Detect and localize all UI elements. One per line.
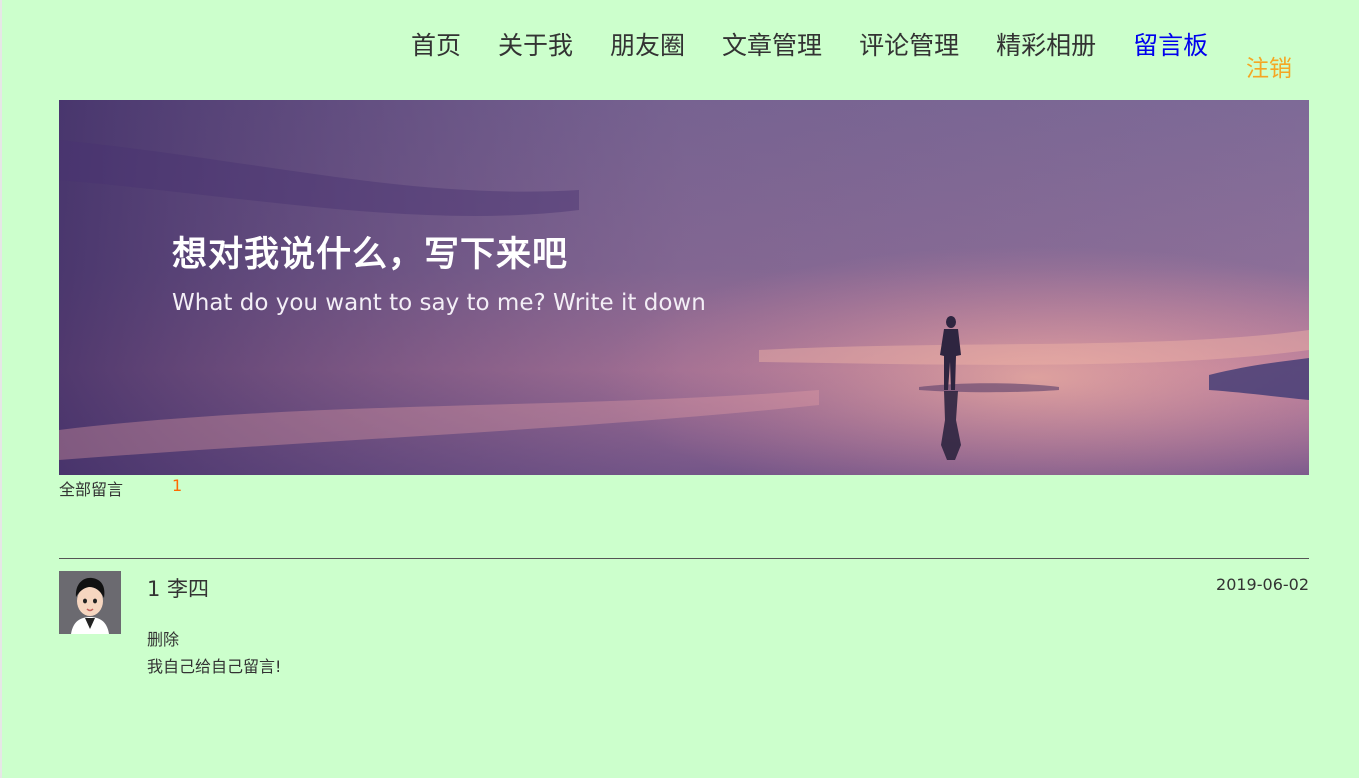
nav-item-comments[interactable]: 评论管理 [859,26,959,62]
message-text: 我自己给自己留言! [147,657,282,676]
message-count: 1 [172,476,183,495]
main-nav: 首页 关于我 朋友圈 文章管理 评论管理 精彩相册 留言板 [411,27,1245,61]
nav-item-guestbook[interactable]: 留言板 [1133,26,1208,62]
nav-item-about[interactable]: 关于我 [498,26,573,62]
logout-link[interactable]: 注销 [1246,49,1292,83]
banner-background-image [59,100,1309,475]
delete-message-link[interactable]: 删除 [147,626,179,650]
user-avatar-icon [59,571,121,634]
page: 首页 关于我 朋友圈 文章管理 评论管理 精彩相册 留言板 注销 想对我说什么，… [2,0,1359,778]
nav-item-articles[interactable]: 文章管理 [722,26,822,62]
nav-item-home[interactable]: 首页 [411,26,461,62]
nav-item-albums[interactable]: 精彩相册 [996,26,1096,62]
avatar [59,571,121,634]
banner-title: 想对我说什么，写下来吧 [172,235,569,275]
all-messages-label: 全部留言 [59,480,124,499]
guestbook-banner: 想对我说什么，写下来吧 What do you want to say to m… [59,100,1309,475]
message-author: 1 李四 [147,577,210,601]
divider [59,558,1309,559]
message-date: 2019-06-02 [1216,575,1309,594]
banner-subtitle: What do you want to say to me? Write it … [172,290,706,316]
nav-item-moments[interactable]: 朋友圈 [610,26,685,62]
